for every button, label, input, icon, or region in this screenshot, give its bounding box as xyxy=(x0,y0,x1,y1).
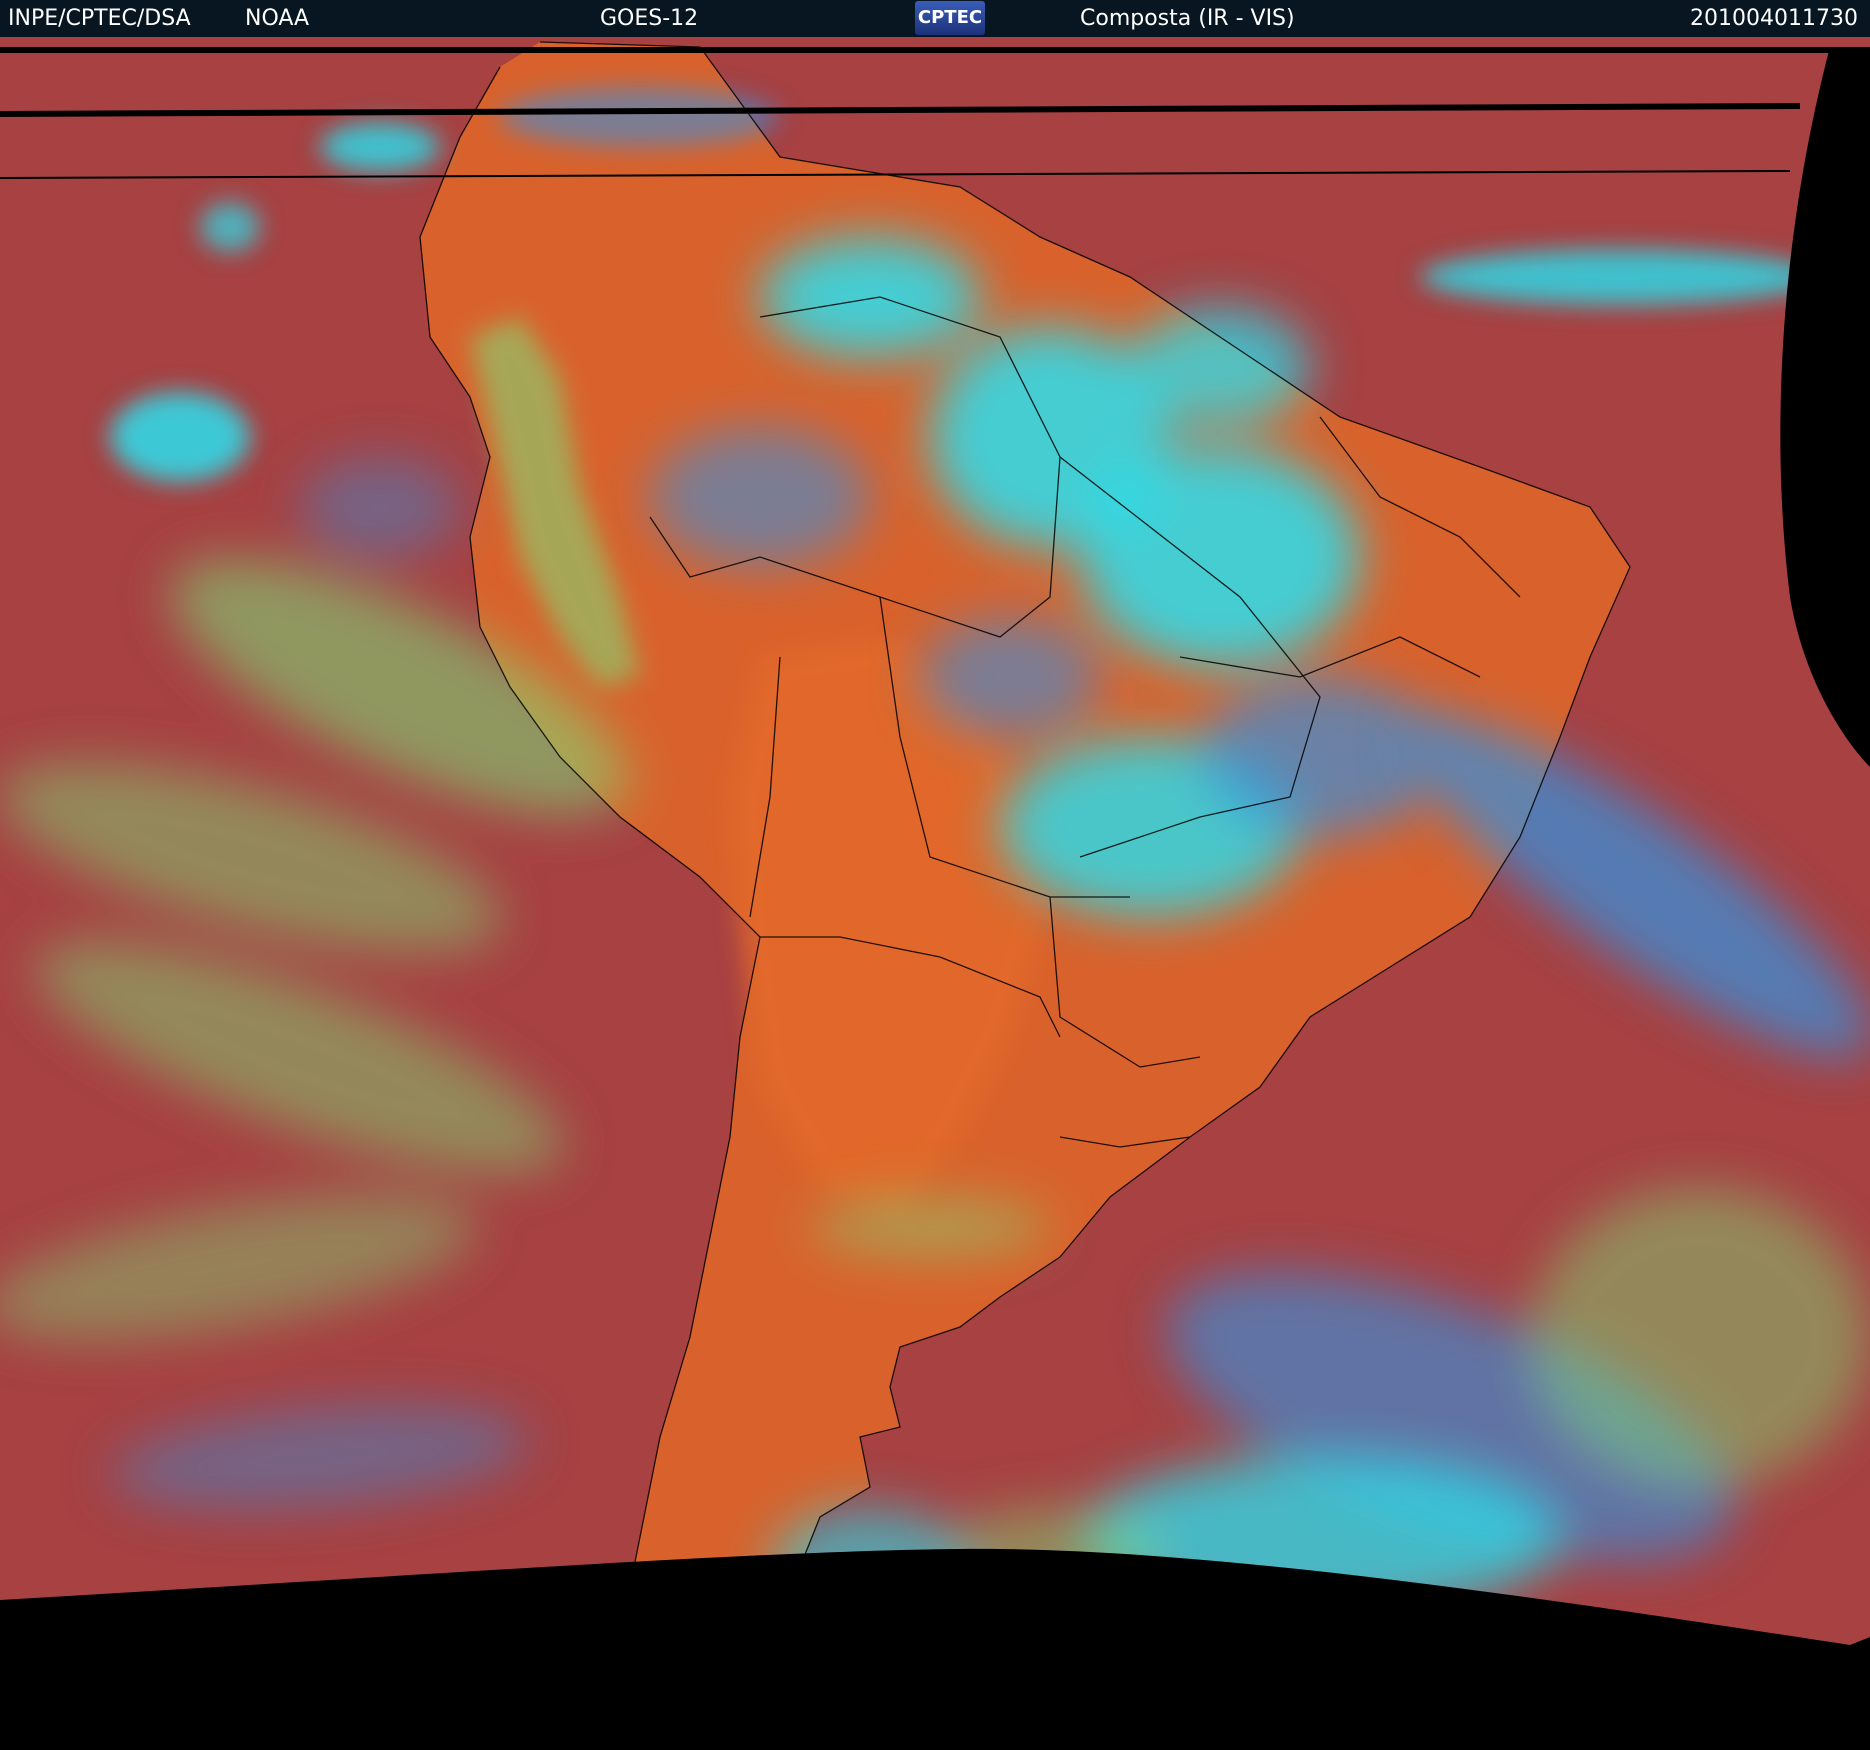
satellite-composite-image xyxy=(0,37,1870,1750)
partner-label: NOAA xyxy=(245,6,310,31)
product-label: Composta (IR - VIS) xyxy=(1080,6,1295,31)
image-header: INPE/CPTEC/DSA NOAA GOES-12 CPTEC Compos… xyxy=(0,0,1870,37)
timestamp-label: 201004011730 xyxy=(1690,6,1858,31)
agency-label: INPE/CPTEC/DSA xyxy=(8,6,191,31)
satellite-label: GOES-12 xyxy=(600,6,699,31)
cptec-logo: CPTEC xyxy=(915,1,985,35)
